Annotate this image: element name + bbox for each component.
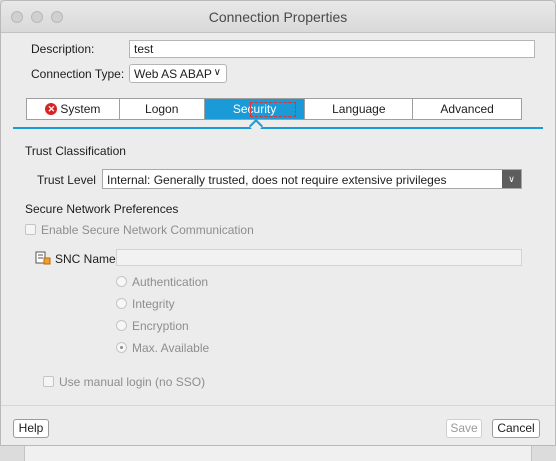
snc-name-label: SNC Name — [55, 252, 116, 266]
tab-security[interactable]: Security — [204, 99, 306, 119]
focus-ring — [249, 102, 296, 117]
connection-properties-window: Connection Properties Description: Conne… — [0, 0, 556, 446]
tab-label: Advanced — [440, 102, 494, 116]
authentication-radio[interactable] — [116, 276, 127, 287]
enable-snc-checkbox[interactable] — [25, 224, 36, 235]
tab-label: Language — [332, 102, 386, 116]
encryption-radio[interactable] — [116, 320, 127, 331]
background-window-panel — [24, 446, 532, 461]
tab-pointer — [248, 118, 264, 134]
title-bar: Connection Properties — [1, 1, 555, 33]
tab-language[interactable]: Language — [305, 99, 414, 119]
help-button[interactable]: Help — [13, 419, 49, 438]
trust-level-select[interactable]: Internal: Generally trusted, does not re… — [102, 169, 522, 189]
description-label: Description: — [31, 42, 95, 56]
snc-name-icon — [35, 251, 51, 265]
save-button[interactable]: Save — [446, 419, 482, 438]
secure-network-heading: Secure Network Preferences — [25, 202, 179, 216]
connection-type-value: Web AS ABAP — [134, 67, 212, 81]
encryption-label: Encryption — [132, 319, 189, 333]
authentication-label: Authentication — [132, 275, 209, 289]
error-icon: ✕ — [45, 103, 58, 115]
tab-label: Logon — [145, 102, 179, 116]
tab-advanced[interactable]: Advanced — [413, 99, 521, 119]
connection-type-select[interactable]: Web AS ABAP ∨ — [129, 64, 227, 83]
tab-logon[interactable]: Logon — [120, 99, 205, 119]
footer-divider — [1, 405, 555, 406]
window-title: Connection Properties — [208, 9, 348, 25]
max-available-radio[interactable] — [116, 342, 127, 353]
enable-snc-label: Enable Secure Network Communication — [41, 223, 254, 237]
trust-classification-heading: Trust Classification — [25, 144, 126, 158]
tab-underline — [13, 127, 543, 129]
manual-login-checkbox[interactable] — [43, 376, 54, 387]
cancel-button[interactable]: Cancel — [492, 419, 540, 438]
description-input[interactable] — [129, 40, 535, 58]
trust-level-label: Trust Level — [37, 173, 96, 187]
chevron-down-icon: ∨ — [213, 67, 221, 78]
background-window-strip — [0, 446, 556, 461]
max-available-label: Max. Available — [132, 341, 210, 355]
integrity-label: Integrity — [132, 297, 175, 311]
tab-bar: ✕ System Logon Security Language Advance… — [26, 98, 522, 120]
integrity-radio[interactable] — [116, 298, 127, 309]
chevron-down-icon: ∨ — [502, 170, 521, 188]
tab-label: System — [60, 102, 101, 116]
manual-login-label: Use manual login (no SSO) — [59, 375, 206, 389]
trust-level-value: Internal: Generally trusted, does not re… — [107, 173, 447, 187]
snc-name-input[interactable] — [116, 249, 522, 266]
tab-system[interactable]: ✕ System — [27, 99, 120, 119]
connection-type-label: Connection Type: — [31, 67, 125, 81]
